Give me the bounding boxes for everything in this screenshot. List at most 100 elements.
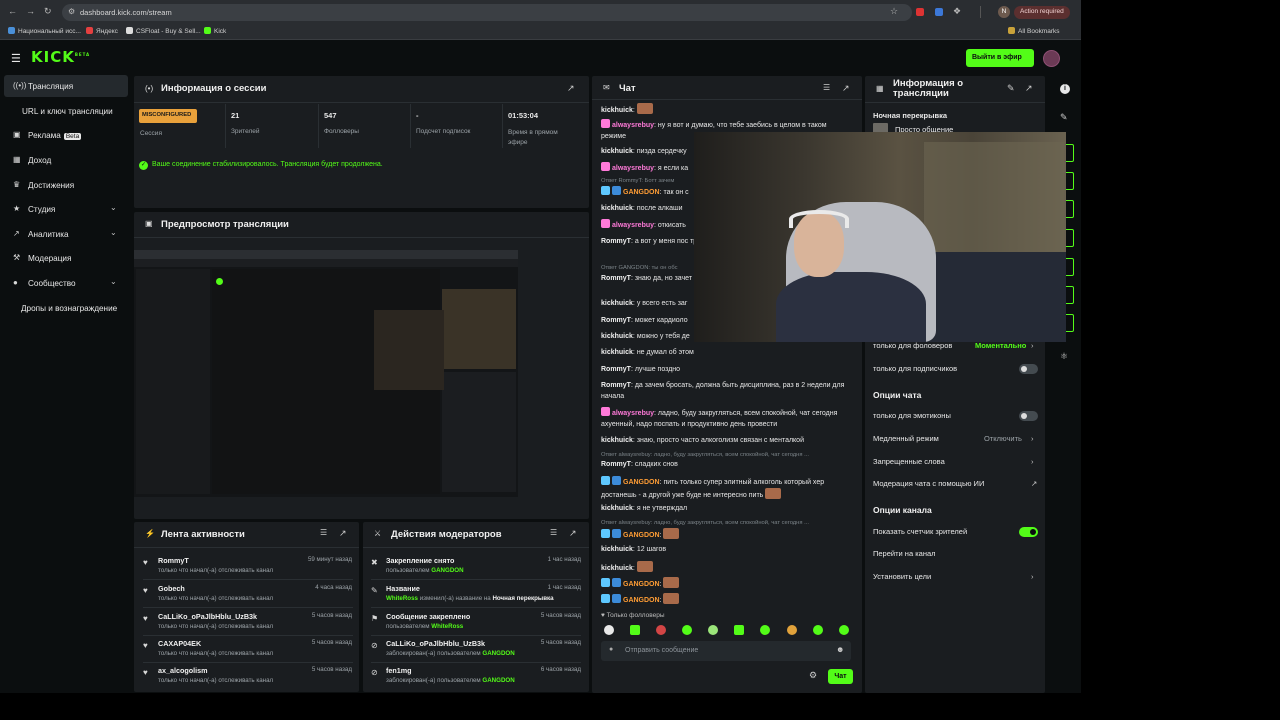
row-divider (143, 607, 353, 608)
stat-value: 21 (231, 111, 240, 120)
heart-icon: ♥ (143, 614, 148, 623)
divider (318, 104, 319, 148)
emote-icon[interactable] (630, 625, 640, 635)
preview-sidebar (136, 269, 210, 494)
row-divider (371, 635, 581, 636)
star-icon[interactable]: ☆ (890, 6, 898, 17)
extension-icon[interactable] (916, 8, 924, 16)
mod-actions-title: Действия модераторов (391, 529, 502, 540)
bookmark-favicon-icon (8, 27, 15, 34)
stream-preview-video[interactable] (134, 250, 518, 497)
divider (363, 547, 589, 548)
go-to-channel-row[interactable]: Перейти на канал (873, 549, 1039, 558)
popout-icon[interactable]: ↗ (1025, 83, 1033, 94)
show-viewers-row: Показать счетчик зрителей (873, 527, 968, 536)
forward-icon[interactable]: → (26, 6, 35, 16)
emote-icon[interactable] (708, 625, 718, 635)
chat-message: GANGDON: пить только супер элитный алког… (601, 476, 851, 501)
emote-icon[interactable] (604, 625, 614, 635)
action-required-button[interactable]: Action required (1014, 6, 1070, 19)
chat-message: kickhuick: не думал об этом (601, 349, 694, 356)
bookmark-item[interactable]: Яндекс (86, 27, 118, 35)
user-badge-icon (601, 119, 610, 128)
all-bookmarks[interactable]: All Bookmarks (1008, 27, 1060, 35)
sidebar-item-income[interactable]: ▦ Доход (4, 149, 128, 171)
pencil-icon[interactable]: ✎ (1060, 112, 1068, 123)
sidebar-item-moderation[interactable]: ⚒ Модерация (4, 247, 128, 269)
show-viewers-toggle[interactable] (1019, 527, 1038, 537)
hamburger-icon[interactable]: ☰ (11, 52, 21, 65)
user-avatar[interactable] (1043, 50, 1060, 67)
slow-mode-row[interactable]: Медленный режим Отключить › (873, 434, 1039, 443)
stream-info-title: Информация о трансляции (893, 78, 964, 99)
subs-only-row: только для подписчиков (873, 364, 958, 373)
emoji-icon[interactable]: ☻ (836, 645, 844, 654)
popout-icon[interactable]: ↗ (339, 528, 347, 539)
emote-icon[interactable] (813, 625, 823, 635)
ai-moderation-row[interactable]: Модерация чата с помощью ИИ ↗ (873, 479, 1039, 488)
followers-only-row[interactable]: только для фоловеров Моментально › (873, 341, 1039, 350)
set-goals-row[interactable]: Установить цели › (873, 572, 1039, 581)
puzzle-icon[interactable]: ❖ (953, 6, 961, 17)
status-badge: MISCONFIGURED (139, 109, 197, 123)
chevron-right-icon: › (1031, 341, 1034, 350)
sidebar-item-stream[interactable]: ((•)) Трансляция (4, 75, 128, 97)
banned-words-row[interactable]: Запрещенные слова › (873, 457, 1039, 466)
bookmark-item[interactable]: Национальный исс... (8, 27, 81, 35)
emote-icon[interactable] (656, 625, 666, 635)
popout-icon[interactable]: ↗ (569, 528, 577, 539)
ban-icon: ⊘ (371, 641, 378, 650)
chat-message: GANGDON: (601, 593, 851, 606)
sidebar-item-ads[interactable]: ▣ Реклама Beta (4, 124, 128, 146)
sidebar-item-community[interactable]: ● Сообщество ⌄ (4, 272, 128, 294)
chat-input[interactable]: ● Отправить сообщение ☻ (601, 641, 851, 661)
toolbar-divider (980, 6, 981, 18)
bookmarks-bar: Национальный исс... Яндекс CSFloat - Buy… (0, 24, 1081, 40)
emotes-only-toggle[interactable] (1019, 411, 1038, 421)
emote-icon[interactable] (839, 625, 849, 635)
subs-only-toggle[interactable] (1019, 364, 1038, 374)
emote-icon[interactable] (760, 625, 770, 635)
info-icon[interactable]: i (1060, 84, 1070, 94)
emote-icon[interactable] (682, 625, 692, 635)
emote-icon[interactable] (734, 625, 744, 635)
stream-info-icon: ▦ (876, 84, 884, 93)
mod-action-row: ⚑ Сообщение закреплено 5 часов назад пользо… (371, 612, 581, 630)
stat-value: 547 (324, 111, 337, 120)
sidebar-item-url-key[interactable]: URL и ключ трансляции (4, 100, 128, 122)
kick-icon (204, 27, 211, 34)
stream-title-value: Ночная перекрывка (873, 111, 948, 120)
bookmark-item[interactable]: Kick (204, 27, 226, 35)
back-icon[interactable]: ← (8, 6, 17, 16)
preview-logo-icon (216, 278, 223, 285)
popout-icon[interactable]: ↗ (567, 83, 575, 94)
gear-icon[interactable]: ⚙ (809, 670, 817, 681)
emote-icon[interactable] (787, 625, 797, 635)
go-live-button[interactable]: Выйти в эфир (966, 49, 1034, 67)
bookmark-item[interactable]: CSFloat - Buy & Sell... (126, 27, 201, 35)
share-icon[interactable]: ⚛ (1060, 351, 1068, 362)
sidebar-item-analytics[interactable]: ↗ Аналитика ⌄ (4, 223, 128, 245)
sidebar-item-achievements[interactable]: ♛ Достижения (4, 174, 128, 196)
translate-icon[interactable] (935, 8, 943, 16)
site-info-icon[interactable]: ⚙ (68, 7, 75, 16)
activity-row: ♥ CaLLiKo_oPaJlbHblu_UzB3k 5 часов назад то… (143, 612, 352, 630)
emote-icon (663, 577, 680, 588)
address-bar[interactable]: ⚙ dashboard.kick.com/stream (62, 4, 912, 21)
edit-icon[interactable]: ✎ (1007, 83, 1015, 94)
popout-icon[interactable]: ↗ (842, 83, 850, 94)
broadcast-icon: ((•)) (13, 81, 27, 90)
stat-label: Подсчет подписок (416, 128, 471, 135)
chat-icon: ✉ (603, 83, 610, 92)
profile-avatar[interactable]: N (998, 6, 1010, 18)
reload-icon[interactable]: ↻ (44, 6, 52, 17)
send-chat-button[interactable]: Чат (828, 669, 853, 684)
chat-settings-icon[interactable]: ☰ (823, 83, 830, 92)
sidebar-item-studio[interactable]: ★ Студия ⌄ (4, 198, 128, 220)
activity-row: ♥ CAXAP04EK 5 часов назад только что начал(… (143, 639, 352, 657)
user-badge-icon (601, 219, 610, 228)
sidebar-item-drops[interactable]: Дропы и вознаграждение (4, 297, 132, 319)
filter-icon[interactable]: ☰ (320, 528, 327, 537)
filter-icon[interactable]: ☰ (550, 528, 557, 537)
kick-logo[interactable]: KICKBETA (31, 48, 90, 66)
